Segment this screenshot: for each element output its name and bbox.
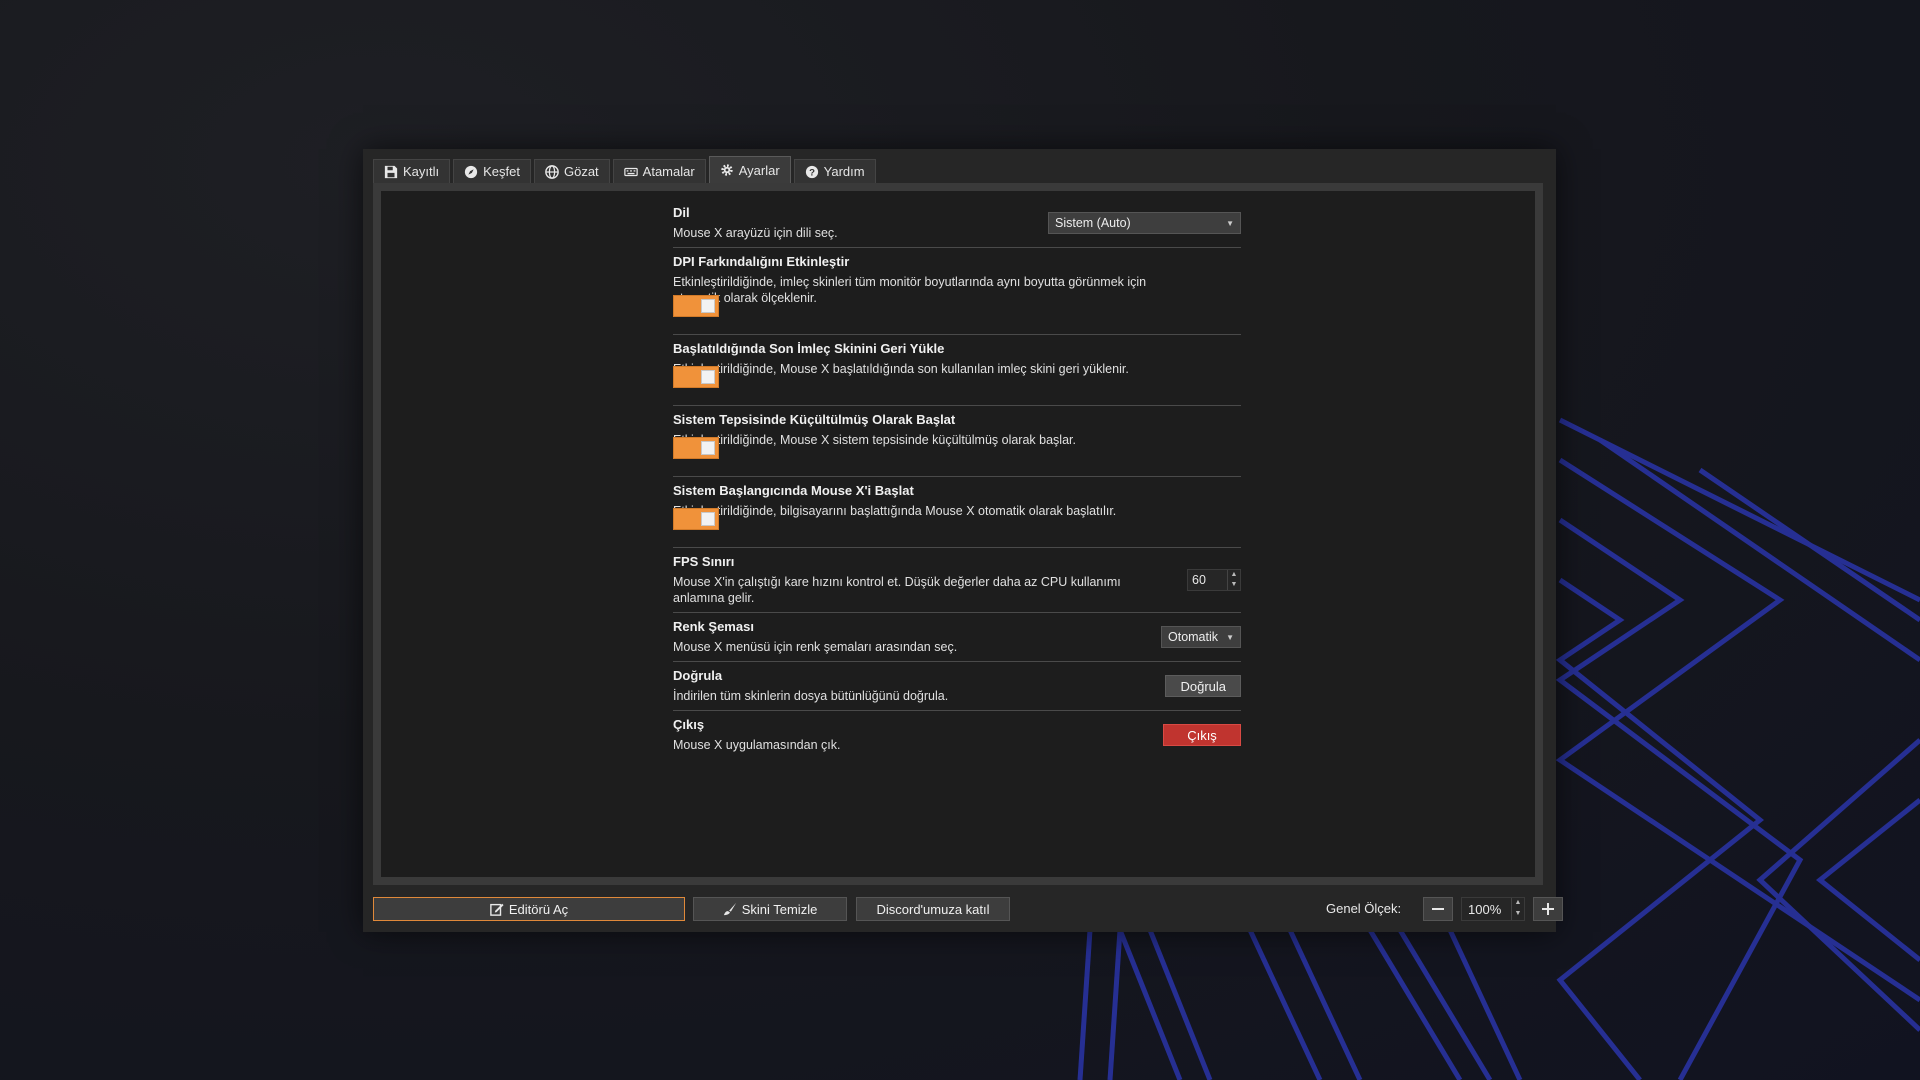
color-scheme-dropdown[interactable]: Otomatik ▼: [1161, 626, 1241, 648]
setting-language: Dil Mouse X arayüzü için dili seç. Siste…: [673, 199, 1241, 248]
compass-icon: [465, 165, 478, 178]
verify-button[interactable]: Doğrula: [1165, 675, 1241, 697]
tab-label: Yardım: [823, 164, 865, 179]
setting-description: Etkinleştirildiğinde, Mouse X sistem tep…: [673, 433, 1076, 447]
setting-description: Mouse X menüsü için renk şemaları arasın…: [673, 640, 958, 654]
dpi-toggle[interactable]: [673, 295, 719, 317]
keyboard-icon: [623, 167, 638, 176]
setting-color-scheme: Renk Şeması Mouse X menüsü için renk şem…: [673, 613, 1241, 662]
discord-button[interactable]: Discord'umuza katıl: [856, 897, 1010, 921]
scale-increase-button[interactable]: [1533, 897, 1563, 921]
autostart-toggle[interactable]: [673, 508, 719, 530]
toggle-knob: [701, 299, 715, 313]
spin-down-icon[interactable]: ▼: [1512, 909, 1524, 920]
settings-list: Dil Mouse X arayüzü için dili seç. Siste…: [673, 199, 1241, 759]
setting-description: Etkinleştirildiğinde, imleç skinleri tüm…: [673, 275, 1147, 305]
color-scheme-value: Otomatik: [1168, 630, 1219, 644]
exit-button[interactable]: Çıkış: [1163, 724, 1241, 746]
tab-label: Ayarlar: [738, 162, 780, 178]
setting-description: Etkinleştirildiğinde, Mouse X başlatıldı…: [673, 362, 1129, 376]
setting-title: FPS Sınırı: [673, 554, 735, 569]
tab-label: Kayıtlı: [403, 164, 440, 179]
help-icon: ?: [805, 165, 818, 178]
tab-label: Atamalar: [642, 164, 695, 179]
discord-label: Discord'umuza katıl: [876, 901, 990, 917]
setting-start-minimized: Sistem Tepsisinde Küçültülmüş Olarak Baş…: [673, 406, 1241, 477]
gear-icon: [721, 164, 733, 176]
spin-arrows: ▲ ▼: [1511, 898, 1524, 920]
tab-browse[interactable]: Gözat: [533, 159, 610, 183]
tab-bar: Kayıtlı Keşfet Gözat Atamalar Ayarlar ? …: [373, 156, 876, 183]
setting-title: Başlatıldığında Son İmleç Skinini Geri Y…: [673, 341, 945, 356]
settings-panel: Dil Mouse X arayüzü için dili seç. Siste…: [373, 183, 1543, 885]
scale-decrease-button[interactable]: [1423, 897, 1453, 921]
setting-dpi-awareness: DPI Farkındalığını Etkinleştir Etkinleşt…: [673, 248, 1241, 335]
tab-help[interactable]: ? Yardım: [793, 159, 876, 183]
brush-icon: [723, 902, 736, 916]
setting-title: Sistem Tepsisinde Küçültülmüş Olarak Baş…: [673, 412, 956, 427]
setting-fps-limit: FPS Sınırı Mouse X'in çalıştığı kare hız…: [673, 548, 1241, 613]
svg-text:?: ?: [809, 167, 815, 178]
tab-saved[interactable]: Kayıtlı: [373, 159, 451, 183]
spin-up-icon[interactable]: ▲: [1512, 898, 1524, 909]
restore-skin-toggle[interactable]: [673, 366, 719, 388]
footer-bar: Editörü Aç Skini Temizle Discord'umuza k…: [373, 897, 1563, 921]
setting-description: Etkinleştirildiğinde, bilgisayarını başl…: [673, 504, 1117, 518]
setting-autostart: Sistem Başlangıcında Mouse X'i Başlat Et…: [673, 477, 1241, 548]
spin-down-icon[interactable]: ▼: [1228, 580, 1240, 590]
scale-label: Genel Ölçek:: [1326, 901, 1402, 916]
chevron-down-icon: ▼: [1226, 632, 1234, 642]
save-icon: [384, 165, 398, 178]
toggle-knob: [701, 512, 715, 526]
tab-label: Gözat: [563, 164, 599, 179]
tab-settings[interactable]: Ayarlar: [708, 156, 791, 183]
setting-title: Doğrula: [673, 668, 723, 683]
setting-title: Çıkış: [673, 717, 705, 732]
setting-description: İndirilen tüm skinlerin dosya bütünlüğün…: [673, 689, 949, 703]
settings-scroll-area[interactable]: Dil Mouse X arayüzü için dili seç. Siste…: [381, 191, 1535, 877]
tab-bindings[interactable]: Atamalar: [612, 159, 706, 183]
language-value: Sistem (Auto): [1055, 216, 1131, 230]
open-editor-label: Editörü Aç: [508, 901, 569, 917]
spin-arrows: ▲ ▼: [1227, 570, 1240, 590]
edit-icon: [490, 903, 504, 916]
setting-verify: Doğrula İndirilen tüm skinlerin dosya bü…: [673, 662, 1241, 711]
scale-value: 100%: [1468, 901, 1502, 917]
setting-description: Mouse X'in çalıştığı kare hızını kontrol…: [673, 575, 1121, 605]
chevron-down-icon: ▼: [1226, 218, 1234, 228]
tab-label: Keşfet: [483, 164, 520, 179]
spin-up-icon[interactable]: ▲: [1228, 570, 1240, 580]
scale-spinbox[interactable]: 100% ▲ ▼: [1461, 897, 1525, 921]
toggle-knob: [701, 441, 715, 455]
fps-spinbox[interactable]: 60 ▲ ▼: [1187, 569, 1241, 591]
clear-skin-button[interactable]: Skini Temizle: [693, 897, 847, 921]
setting-title: Renk Şeması: [673, 619, 754, 634]
language-dropdown[interactable]: Sistem (Auto) ▼: [1048, 212, 1241, 234]
setting-title: Sistem Başlangıcında Mouse X'i Başlat: [673, 483, 914, 498]
fps-value: 60: [1192, 573, 1206, 587]
setting-exit: Çıkış Mouse X uygulamasından çık. Çıkış: [673, 711, 1241, 759]
mouse-x-window: Kayıtlı Keşfet Gözat Atamalar Ayarlar ? …: [363, 149, 1563, 932]
setting-title: DPI Farkındalığını Etkinleştir: [673, 254, 850, 269]
toggle-knob: [701, 370, 715, 384]
open-editor-button[interactable]: Editörü Aç: [373, 897, 685, 921]
minus-icon: [1432, 908, 1444, 910]
setting-description: Mouse X uygulamasından çık.: [673, 738, 841, 752]
setting-restore-skin: Başlatıldığında Son İmleç Skinini Geri Y…: [673, 335, 1241, 406]
plus-icon: [1542, 903, 1554, 915]
clear-skin-label: Skini Temizle: [741, 901, 818, 917]
globe-icon: [545, 164, 559, 179]
tab-discover[interactable]: Keşfet: [453, 159, 531, 183]
start-minimized-toggle[interactable]: [673, 437, 719, 459]
